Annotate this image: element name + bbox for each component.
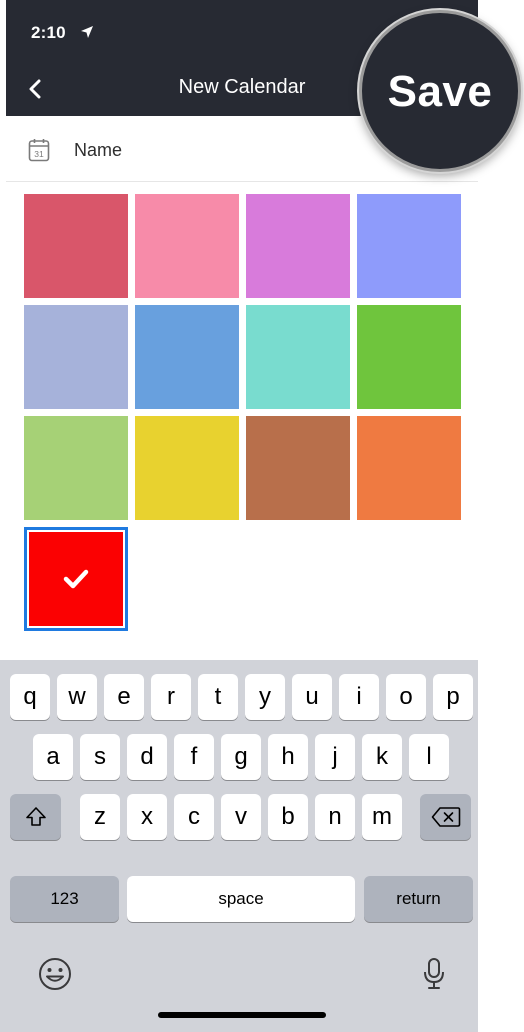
home-indicator [158, 1012, 326, 1018]
key-n[interactable]: n [315, 794, 355, 840]
shift-icon [25, 807, 46, 826]
keyboard: qwertyuiop asdfghjkl zxcvbnm 123 space r… [0, 660, 478, 1032]
color-swatch[interactable] [135, 305, 239, 409]
microphone-button[interactable] [414, 954, 454, 994]
selected-color-fill [29, 532, 123, 626]
color-swatch[interactable] [357, 305, 461, 409]
keyboard-row-4: 123 space return [0, 876, 478, 922]
microphone-icon [424, 958, 444, 989]
page-title: New Calendar [178, 76, 306, 98]
key-l[interactable]: l [409, 734, 449, 780]
key-v[interactable]: v [221, 794, 261, 840]
key-s[interactable]: s [80, 734, 120, 780]
calendar-icon-day: 31 [34, 149, 44, 159]
emoji-button[interactable] [35, 954, 75, 994]
key-e[interactable]: e [104, 674, 144, 720]
key-x[interactable]: x [127, 794, 167, 840]
save-button-label: Save [387, 67, 493, 116]
numbers-key[interactable]: 123 [10, 876, 119, 922]
color-swatch[interactable] [246, 194, 350, 298]
key-d[interactable]: d [127, 734, 167, 780]
color-swatch[interactable] [24, 416, 128, 520]
key-z[interactable]: z [80, 794, 120, 840]
keyboard-row-1: qwertyuiop [0, 674, 478, 720]
status-time: 2:10 [31, 23, 66, 42]
key-g[interactable]: g [221, 734, 261, 780]
key-w[interactable]: w [57, 674, 97, 720]
key-m[interactable]: m [362, 794, 402, 840]
key-i[interactable]: i [339, 674, 379, 720]
color-swatch[interactable] [24, 194, 128, 298]
key-q[interactable]: q [10, 674, 50, 720]
key-c[interactable]: c [174, 794, 214, 840]
key-a[interactable]: a [33, 734, 73, 780]
keyboard-row-3: zxcvbnm [0, 794, 478, 840]
save-button[interactable]: Save [359, 10, 521, 172]
key-p[interactable]: p [433, 674, 473, 720]
key-u[interactable]: u [292, 674, 332, 720]
checkmark-icon [63, 569, 89, 589]
key-y[interactable]: y [245, 674, 285, 720]
shift-key[interactable] [10, 794, 61, 840]
key-k[interactable]: k [362, 734, 402, 780]
color-swatch[interactable] [24, 527, 128, 631]
space-key[interactable]: space [127, 876, 355, 922]
color-swatch[interactable] [246, 305, 350, 409]
key-r[interactable]: r [151, 674, 191, 720]
color-swatch[interactable] [135, 416, 239, 520]
color-swatch[interactable] [246, 416, 350, 520]
color-swatch[interactable] [357, 416, 461, 520]
key-j[interactable]: j [315, 734, 355, 780]
backspace-icon [431, 807, 460, 827]
calendar-icon: 31 [28, 139, 50, 162]
chevron-left-icon [29, 79, 41, 99]
color-swatch[interactable] [357, 194, 461, 298]
back-button[interactable] [18, 72, 52, 106]
keyboard-row-2: asdfghjkl [0, 734, 478, 780]
emoji-icon [39, 958, 71, 990]
color-swatch[interactable] [135, 194, 239, 298]
color-swatch[interactable] [24, 305, 128, 409]
key-h[interactable]: h [268, 734, 308, 780]
key-o[interactable]: o [386, 674, 426, 720]
backspace-key[interactable] [420, 794, 471, 840]
key-f[interactable]: f [174, 734, 214, 780]
key-t[interactable]: t [198, 674, 238, 720]
return-key[interactable]: return [364, 876, 473, 922]
color-grid [24, 194, 464, 631]
location-arrow-icon [81, 26, 93, 38]
key-b[interactable]: b [268, 794, 308, 840]
